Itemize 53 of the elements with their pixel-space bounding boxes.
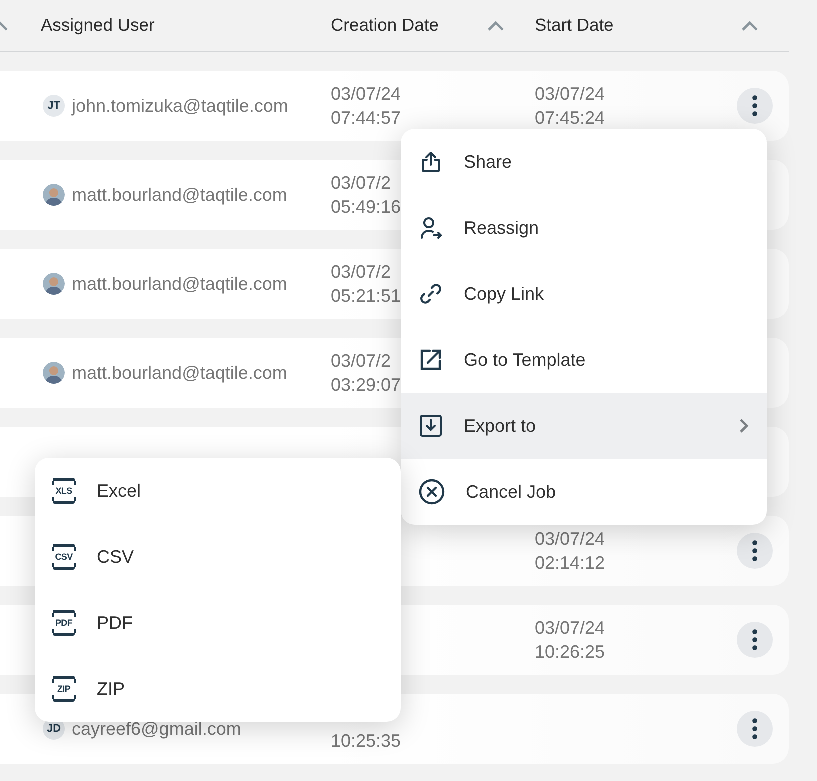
user-email: matt.bourland@taqtile.com [72, 184, 288, 206]
creation-date: 05:49:16 [331, 196, 402, 219]
share-icon [419, 150, 443, 174]
start-date: 02:14:12 [535, 552, 606, 575]
more-icon [752, 95, 758, 117]
link-icon [419, 282, 443, 306]
creation-date: 10:25:35 [331, 730, 402, 753]
sort-caret-icon[interactable] [0, 20, 10, 32]
creation-date: 03/07/2 [331, 261, 392, 284]
more-icon [752, 540, 758, 562]
menu-item[interactable]: CSV CSV [35, 524, 401, 590]
creation-date: 03/07/2 [331, 350, 392, 373]
start-date: 03/07/24 [535, 83, 606, 106]
start-date: 10:26:25 [535, 641, 606, 664]
start-date: 07:45:24 [535, 107, 606, 130]
more-button[interactable] [737, 711, 773, 747]
download-icon [419, 414, 443, 438]
more-button[interactable] [737, 533, 773, 569]
more-button[interactable] [737, 622, 773, 658]
menu-item[interactable]: XLS Excel [35, 458, 401, 524]
sort-caret-icon[interactable] [486, 20, 506, 32]
user-avatar: JT [43, 95, 65, 117]
creation-date: 03:29:07 [331, 374, 402, 397]
cancel-icon [419, 479, 445, 505]
more-button[interactable] [737, 88, 773, 124]
menu-item[interactable]: Copy Link [401, 261, 767, 327]
more-icon [752, 629, 758, 651]
chevron-right-icon [739, 418, 749, 434]
column-header[interactable]: Start Date [535, 15, 614, 36]
more-icon [752, 718, 758, 740]
column-header[interactable]: Creation Date [331, 15, 439, 36]
sort-caret-icon[interactable] [740, 20, 760, 32]
menu-item[interactable]: Go to Template [401, 327, 767, 393]
creation-date: 03/07/2 [331, 172, 392, 195]
start-date: 03/07/24 [535, 528, 606, 551]
avatar-icon [43, 362, 65, 384]
menu-item[interactable]: Share [401, 129, 767, 195]
menu-item[interactable]: Reassign [401, 195, 767, 261]
user-email: matt.bourland@taqtile.com [72, 274, 288, 294]
creation-date: 05:21:51 [331, 285, 402, 308]
creation-date: 03/07/24 [331, 83, 402, 106]
menu-item[interactable]: PDF PDF [35, 590, 401, 656]
start-date: 03/07/24 [535, 617, 606, 640]
menu-item[interactable]: Cancel Job [401, 459, 767, 525]
user-email: matt.bourland@taqtile.com [72, 362, 288, 384]
user-arrow-icon [419, 216, 443, 240]
user-email: john.tomizuka@taqtile.com [72, 96, 288, 116]
avatar-icon [43, 184, 65, 206]
column-header[interactable]: Assigned User [41, 15, 155, 36]
creation-date: 07:44:57 [331, 107, 402, 130]
menu-item[interactable]: Export to [401, 393, 767, 459]
external-link-icon [419, 348, 443, 372]
avatar-icon [43, 273, 65, 295]
